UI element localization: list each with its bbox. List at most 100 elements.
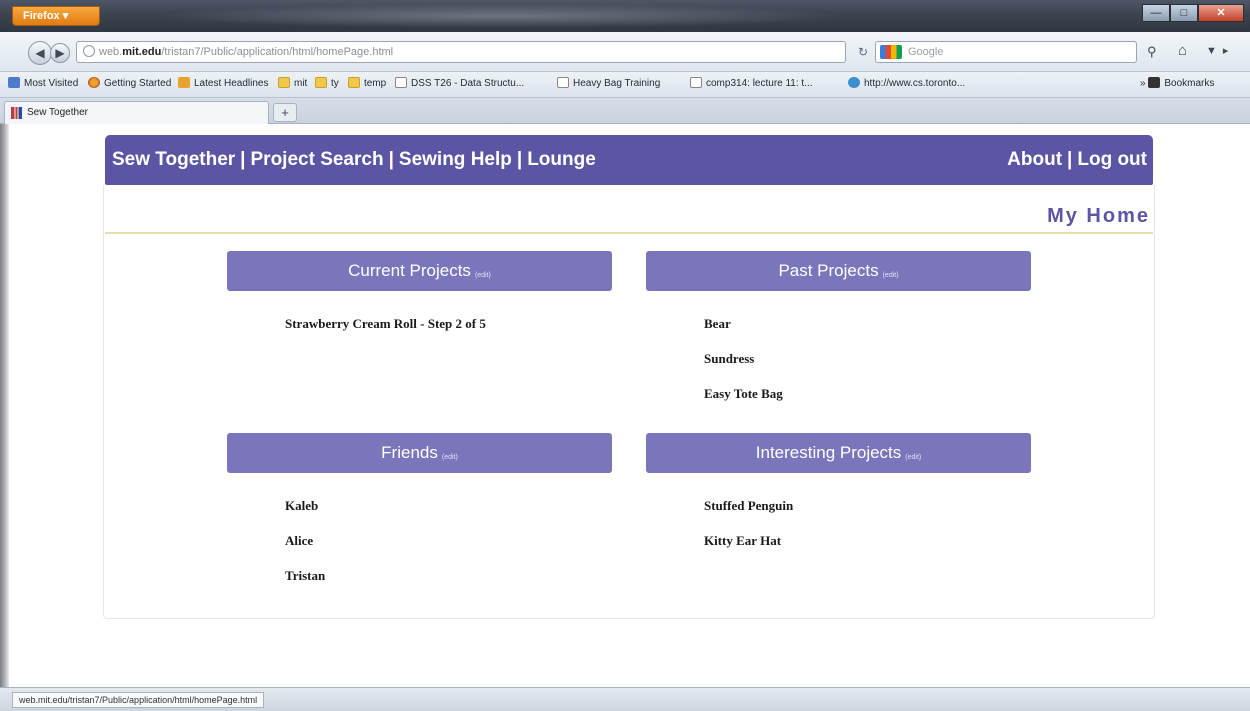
minimize-button[interactable]: —: [1142, 4, 1170, 22]
past-projects-list: Bear Sundress Easy Tote Bag: [704, 315, 783, 420]
friends-list: Kaleb Alice Tristan: [285, 497, 325, 602]
address-bar[interactable]: web.mit.edu/tristan7/Public/application/…: [76, 41, 846, 63]
bookmarks-toolbar: Most Visited Getting Started Latest Head…: [0, 72, 1250, 98]
title-divider: [105, 232, 1153, 234]
list-item[interactable]: Stuffed Penguin: [704, 497, 793, 532]
back-arrow-icon: ◀: [35, 46, 45, 60]
globe-icon: [848, 77, 860, 88]
search-placeholder: Google: [908, 46, 944, 58]
favicon-icon: [11, 107, 22, 119]
list-item[interactable]: Kitty Ear Hat: [704, 532, 793, 567]
bookmark-dss[interactable]: DSS T26 - Data Structu...: [395, 72, 524, 96]
window-titlebar: Firefox ▾ — □ ✕: [0, 0, 1250, 32]
search-icon[interactable]: ⚲: [1147, 44, 1157, 60]
bookmark-heavy-bag[interactable]: Heavy Bag Training: [557, 72, 660, 96]
nav-separator: |: [516, 149, 523, 170]
page-icon: [690, 77, 702, 88]
site-nav-main: Sew Together | Project Search | Sewing Help |…: [112, 135, 596, 185]
list-item[interactable]: Sundress: [704, 350, 783, 385]
current-projects-header: Current Projects (edit): [227, 251, 612, 291]
url-path: /tristan7/Public/application/html/homePa…: [161, 46, 394, 58]
forward-arrow-icon: ▶: [55, 46, 65, 60]
bookmark-label: http://www.cs.toronto...: [864, 78, 966, 89]
nav-project-search[interactable]: Project Search: [251, 149, 384, 170]
status-url: web.mit.edu/tristan7/Public/application/…: [12, 692, 265, 708]
home-icon[interactable]: ⌂: [1178, 42, 1187, 59]
list-item[interactable]: Bear: [704, 315, 783, 350]
firefox-menu-label: Firefox: [23, 10, 60, 22]
bookmarks-icon: [1148, 77, 1161, 88]
bookmark-label: Heavy Bag Training: [573, 78, 661, 89]
bookmark-label: Most Visited: [24, 78, 79, 89]
bookmark-label: comp314: lecture 11: t...: [706, 78, 813, 89]
toolbar-overflow-icon[interactable]: ▼▸: [1206, 44, 1234, 57]
maximize-button[interactable]: □: [1170, 4, 1198, 22]
site-header: Sew Together | Project Search | Sewing Help |…: [105, 135, 1153, 185]
search-engine-icon[interactable]: [880, 45, 902, 59]
tab-sew-together[interactable]: Sew Together: [4, 101, 269, 124]
browser-navbar: ◀ ▶ web.mit.edu/tristan7/Public/applicat…: [0, 32, 1250, 72]
nav-sewing-help[interactable]: Sewing Help: [399, 149, 512, 170]
nav-log-out[interactable]: Log out: [1077, 149, 1147, 170]
bookmark-temp[interactable]: temp: [348, 72, 386, 96]
interesting-projects-edit-link[interactable]: (edit): [905, 454, 921, 461]
tab-bar: Sew Together +: [0, 98, 1250, 124]
list-item[interactable]: Alice: [285, 532, 325, 567]
past-projects-title: Past Projects: [778, 261, 879, 280]
nav-separator: |: [240, 149, 246, 170]
titlebar-background: [150, 4, 850, 28]
bookmark-most-visited[interactable]: Most Visited: [8, 72, 78, 96]
past-projects-header: Past Projects (edit): [646, 251, 1031, 291]
rss-icon: [178, 77, 190, 88]
nav-sew-together[interactable]: Sew Together: [112, 149, 235, 170]
bookmark-label: DSS T26 - Data Structu...: [411, 78, 525, 89]
bookmark-label: Latest Headlines: [194, 78, 269, 89]
page-title: My Home: [1047, 205, 1150, 227]
bookmark-label: Getting Started: [104, 78, 172, 89]
firefox-menu-button[interactable]: Firefox ▾: [12, 6, 100, 26]
friends-title: Friends: [381, 443, 438, 462]
back-button[interactable]: ◀: [28, 41, 52, 65]
bookmark-label: mit: [294, 78, 308, 89]
list-item[interactable]: Easy Tote Bag: [704, 385, 783, 420]
nav-about[interactable]: About: [1007, 149, 1062, 170]
url-prefix: web.: [99, 46, 123, 58]
friends-edit-link[interactable]: (edit): [442, 454, 458, 461]
folder-icon: [348, 77, 360, 88]
list-item[interactable]: Strawberry Cream Roll - Step 2 of 5: [285, 315, 486, 350]
current-projects-list: Strawberry Cream Roll - Step 2 of 5: [285, 315, 486, 350]
past-projects-edit-link[interactable]: (edit): [883, 272, 899, 279]
url-domain: mit.edu: [122, 46, 162, 58]
bookmarks-menu[interactable]: » Bookmarks: [1140, 72, 1214, 96]
bookmark-ty[interactable]: ty: [315, 72, 339, 96]
current-projects-edit-link[interactable]: (edit): [475, 272, 491, 279]
bookmark-comp314[interactable]: comp314: lecture 11: t...: [690, 72, 813, 96]
reload-icon[interactable]: ↻: [858, 45, 868, 59]
site-nav-account: About | Log out: [1007, 135, 1147, 185]
new-tab-button[interactable]: +: [273, 103, 297, 122]
plus-icon: +: [281, 105, 289, 120]
bookmark-label: temp: [364, 78, 387, 89]
nav-separator: |: [1067, 149, 1073, 170]
site-identity-icon[interactable]: [83, 45, 95, 57]
list-item[interactable]: Tristan: [285, 567, 325, 602]
bookmark-getting-started[interactable]: Getting Started: [88, 72, 171, 96]
bookmark-mit[interactable]: mit: [278, 72, 307, 96]
forward-button[interactable]: ▶: [50, 43, 70, 63]
close-button[interactable]: ✕: [1198, 4, 1244, 22]
folder-icon: [278, 77, 290, 88]
nav-lounge[interactable]: Lounge: [527, 149, 596, 170]
bookmark-label: ty: [331, 78, 339, 89]
bookmarks-menu-label: Bookmarks: [1164, 78, 1215, 89]
window-controls: — □ ✕: [1142, 4, 1244, 22]
bookmark-latest-headlines[interactable]: Latest Headlines: [178, 72, 269, 96]
bookmark-cs-toronto[interactable]: http://www.cs.toronto...: [848, 72, 965, 96]
interesting-projects-title: Interesting Projects: [755, 443, 902, 462]
chevron-right-icon: »: [1140, 78, 1149, 89]
friends-header: Friends (edit): [227, 433, 612, 473]
tab-title: Sew Together: [27, 107, 88, 118]
interesting-projects-list: Stuffed Penguin Kitty Ear Hat: [704, 497, 793, 567]
status-bar: web.mit.edu/tristan7/Public/application/…: [0, 687, 1250, 711]
list-item[interactable]: Kaleb: [285, 497, 325, 532]
search-input[interactable]: Google: [875, 41, 1137, 63]
